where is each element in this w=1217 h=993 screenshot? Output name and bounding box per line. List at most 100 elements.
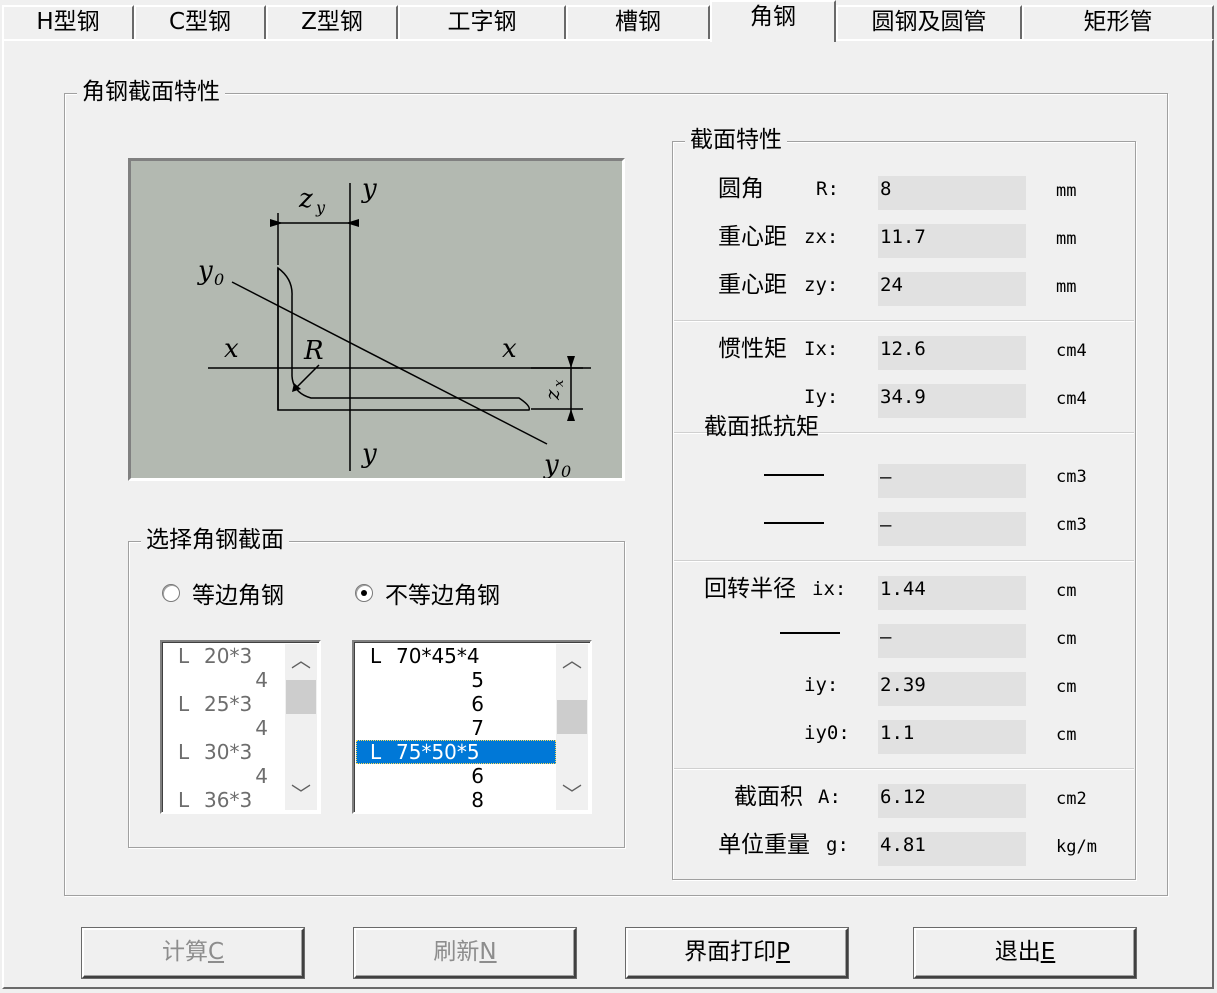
unit-ix-inertia: cm4 — [1056, 341, 1087, 361]
radio-button[interactable] — [355, 584, 373, 602]
unit-r: mm — [1056, 181, 1077, 201]
button-hotkey: E — [1040, 939, 1056, 965]
list-item[interactable]: 5 — [356, 668, 556, 692]
list-item[interactable]: 7 — [356, 716, 556, 740]
value-w2: — — [878, 512, 1026, 546]
scroll-down-icon[interactable]: ﹀ — [285, 778, 317, 810]
unit-zx: mm — [1056, 229, 1077, 249]
label-area: 截面积 — [734, 784, 803, 810]
radio-button[interactable] — [162, 584, 180, 602]
label-zx-sub: x — [552, 379, 567, 387]
symbol-g: g: — [826, 834, 849, 856]
equal-angle-list[interactable]: L 20*3 4 L 25*3 4 L 30*3 4 L 36*3 ︿ ﹀ — [160, 640, 321, 814]
button-hotkey: C — [207, 939, 225, 965]
item-size: 75*50*5 — [396, 740, 480, 764]
symbol-zy: zy: — [804, 274, 839, 296]
list-item[interactable]: 6 — [356, 764, 556, 788]
value-i2: — — [878, 624, 1026, 658]
tab-z-steel[interactable]: Z型钢 — [266, 5, 398, 39]
unit-w1: cm3 — [1056, 467, 1087, 487]
list-item[interactable]: L 25*3 — [164, 692, 285, 716]
exit-button[interactable]: 退出E — [914, 928, 1136, 978]
value-r: 8 — [878, 176, 1026, 210]
separator — [674, 560, 1134, 562]
item-prefix: L — [178, 788, 190, 812]
list-item[interactable]: 4 — [164, 764, 285, 788]
item-size: 20*3 — [204, 644, 253, 668]
unequal-angle-list[interactable]: L 70*45*4 5 6 7 L 75*50*5 6 8 ︿ ﹀ — [352, 640, 592, 814]
item-size: 8 — [471, 788, 484, 812]
radio-label: 不等边角钢 — [385, 583, 500, 609]
symbol-placeholder — [764, 522, 824, 524]
item-size: 30*3 — [204, 740, 253, 764]
symbol-iy-radius: iy: — [804, 674, 839, 696]
button-label: 界面打印 — [684, 939, 777, 965]
scroll-thumb[interactable] — [557, 700, 587, 734]
item-size: 6 — [471, 764, 484, 788]
scroll-up-icon[interactable]: ︿ — [556, 644, 588, 676]
list-item[interactable]: 4 — [164, 716, 285, 740]
group-title: 截面特性 — [685, 125, 787, 155]
tab-h-steel[interactable]: H型钢 — [2, 5, 134, 39]
radio-equal-angle[interactable]: 等边角钢 — [162, 576, 284, 610]
tab-i-beam[interactable]: 工字钢 — [398, 5, 566, 39]
button-label: 刷新 — [433, 939, 480, 965]
calculate-button[interactable]: 计算C — [82, 928, 304, 978]
label-r: R — [303, 336, 324, 366]
symbol-placeholder — [780, 632, 840, 634]
list-item[interactable]: L 36*3 — [164, 788, 285, 812]
value-unit-weight: 4.81 — [878, 832, 1026, 866]
scroll-thumb[interactable] — [286, 680, 316, 714]
radio-unequal-angle[interactable]: 不等边角钢 — [355, 576, 500, 610]
item-size: 4 — [255, 668, 268, 692]
separator — [674, 320, 1134, 322]
list-item[interactable]: 8 — [356, 788, 556, 812]
scroll-up-icon[interactable]: ︿ — [285, 644, 317, 676]
list-scrollbar[interactable]: ︿ ﹀ — [285, 644, 317, 810]
scroll-down-icon[interactable]: ﹀ — [556, 778, 588, 810]
item-prefix: L — [178, 644, 190, 668]
value-iy-inertia: 34.9 — [878, 384, 1026, 418]
symbol-iy0-radius: iy0: — [804, 722, 850, 744]
unit-w2: cm3 — [1056, 515, 1087, 535]
item-size: 7 — [471, 716, 484, 740]
label-x-right: x — [502, 334, 517, 364]
label-fillet: 圆角 — [718, 176, 764, 202]
tab-rect-tube[interactable]: 矩形管 — [1022, 5, 1214, 39]
list-item[interactable]: 6 — [356, 692, 556, 716]
angle-section-diagram: z y y y y 0 y 0 x x R z x — [128, 158, 625, 481]
unit-ix-radius: cm — [1056, 581, 1077, 601]
symbol-ix-radius: ix: — [812, 578, 847, 600]
item-size: 25*3 — [204, 692, 253, 716]
value-area: 6.12 — [878, 784, 1026, 818]
list-item[interactable]: L 70*45*4 — [356, 644, 556, 668]
label-centroid-x: 重心距 — [718, 224, 787, 250]
list-scrollbar[interactable]: ︿ ﹀ — [556, 644, 588, 810]
label-moment-of-inertia: 惯性矩 — [718, 336, 787, 362]
button-hotkey: P — [776, 939, 790, 965]
unit-zy: mm — [1056, 277, 1077, 297]
unit-unit-weight: kg/m — [1056, 837, 1097, 857]
tab-c-steel[interactable]: C型钢 — [134, 5, 266, 39]
value-zx: 11.7 — [878, 224, 1026, 258]
item-prefix: L — [370, 644, 382, 668]
label-y0-bottom: y — [543, 450, 559, 478]
list-item[interactable]: L 20*3 — [164, 644, 285, 668]
symbol-placeholder — [764, 474, 824, 476]
refresh-button[interactable]: 刷新N — [354, 928, 576, 978]
label-radius-of-gyration: 回转半径 — [704, 576, 796, 602]
list-item[interactable]: 4 — [164, 668, 285, 692]
button-label: 计算 — [161, 939, 208, 965]
unit-iy0-radius: cm — [1056, 725, 1077, 745]
item-prefix: L — [178, 740, 190, 764]
tab-round-steel-tube[interactable]: 圆钢及圆管 — [836, 5, 1022, 39]
label-zy-sub: y — [315, 198, 326, 217]
tab-channel[interactable]: 槽钢 — [566, 5, 710, 39]
tab-angle-steel[interactable]: 角钢 — [710, 0, 836, 42]
item-size: 36*3 — [204, 788, 253, 812]
symbol-zx: zx: — [804, 226, 839, 248]
item-size: 6 — [471, 692, 484, 716]
print-screen-button[interactable]: 界面打印P — [626, 928, 848, 978]
list-item[interactable]: L 75*50*5 — [356, 740, 556, 764]
list-item[interactable]: L 30*3 — [164, 740, 285, 764]
